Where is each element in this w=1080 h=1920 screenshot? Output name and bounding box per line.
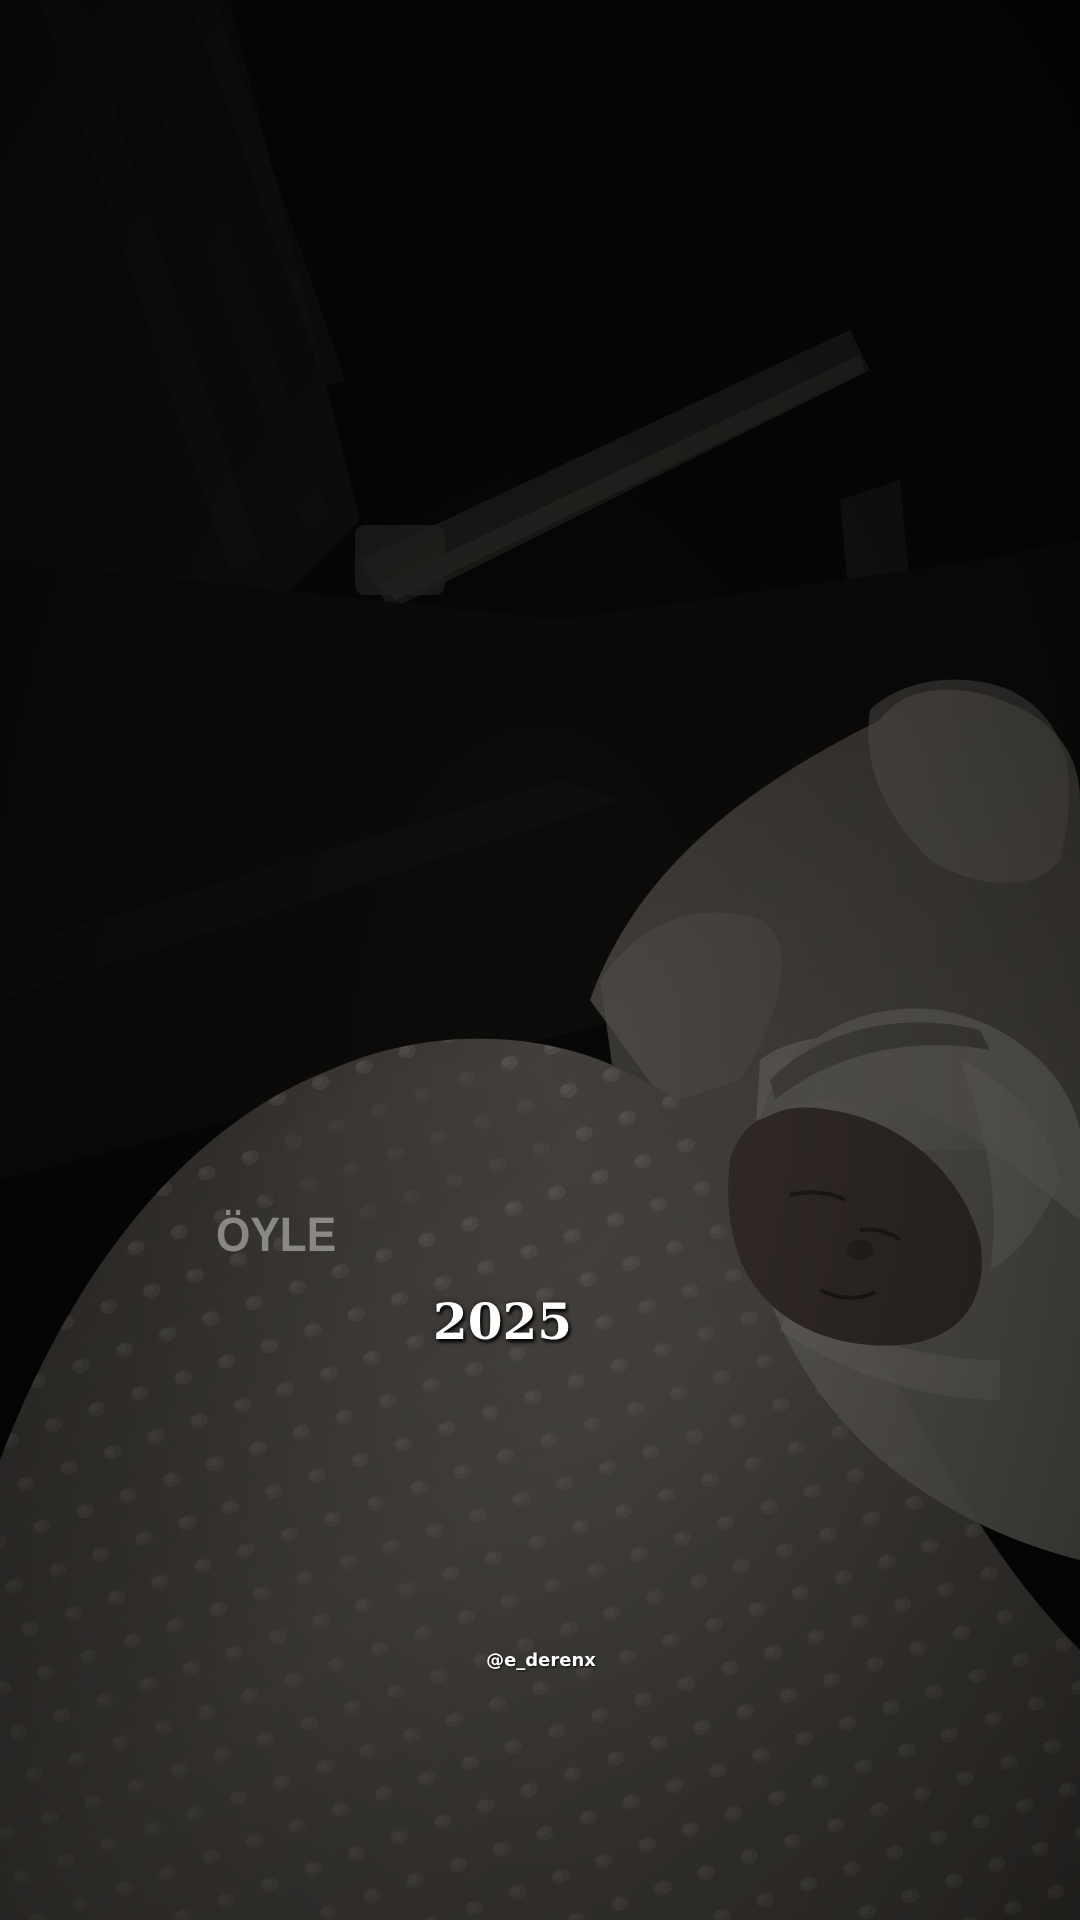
creator-handle: @e_derenx — [486, 1650, 596, 1671]
watermark-text: ÖYLE — [216, 1209, 337, 1262]
video-frame: ÖYLE 2025 @e_derenx — [0, 0, 1080, 1920]
year-caption: 2025 — [432, 1292, 573, 1351]
newborn-photo — [0, 0, 1080, 1920]
